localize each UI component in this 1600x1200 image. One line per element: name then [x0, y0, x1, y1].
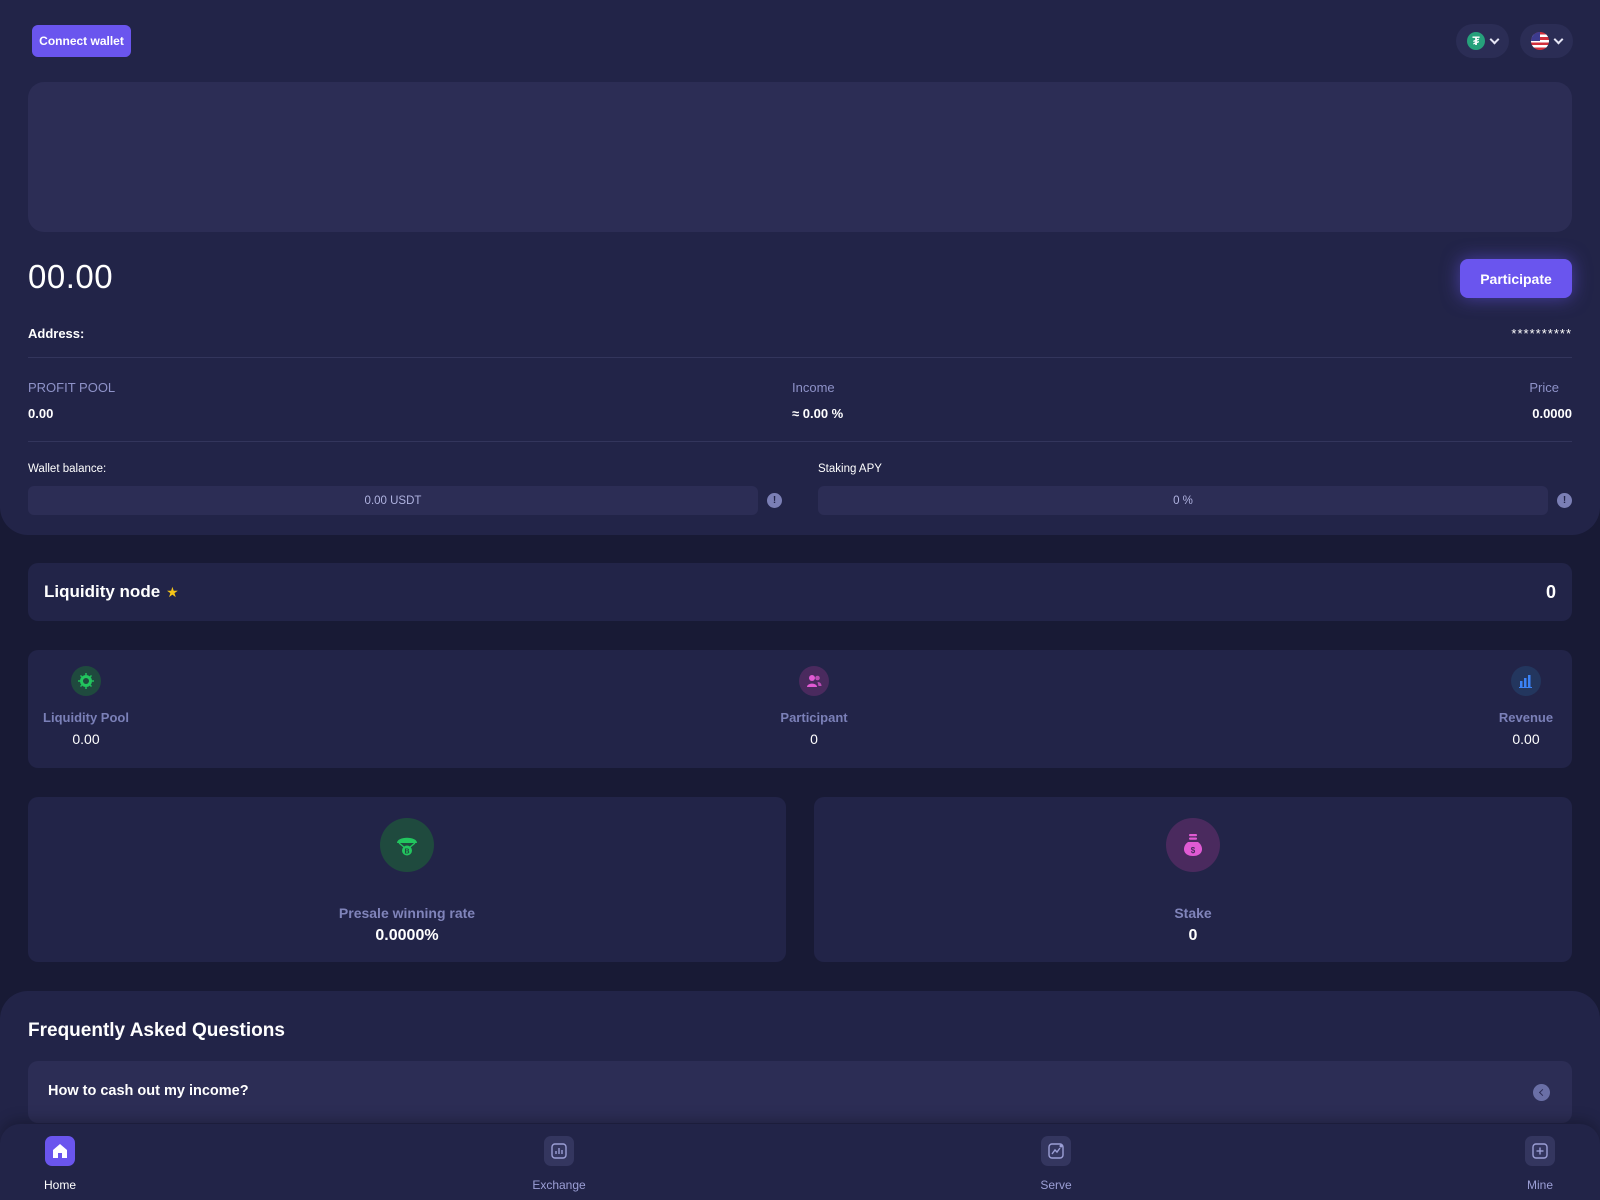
home-icon [45, 1136, 75, 1166]
participate-button[interactable]: Participate [1460, 259, 1572, 298]
income-value: ≈ 0.00 % [792, 406, 844, 421]
users-icon [799, 666, 829, 696]
participant-value: 0 [810, 731, 818, 747]
airdrop-icon: B [380, 818, 434, 872]
money-bag-icon: $ [1166, 818, 1220, 872]
faq-question: How to cash out my income? [48, 1083, 249, 1099]
nav-exchange-label: Exchange [532, 1178, 586, 1192]
presale-label: Presale winning rate [338, 905, 476, 921]
nav-home-label: Home [43, 1178, 76, 1192]
revenue-value: 0.00 [1512, 731, 1540, 747]
stake-value: 0 [1188, 927, 1198, 944]
staking-apy-field: 0 % [818, 486, 1548, 515]
staking-apy-label: Staking APY [818, 463, 882, 475]
chevron-down-icon [1553, 34, 1564, 44]
bottom-nav: Home Exchange Serve Mine [0, 1124, 1600, 1200]
divider [28, 441, 1572, 442]
stake-card[interactable]: $ Stake 0 [814, 797, 1572, 962]
language-selector[interactable] [1520, 24, 1573, 58]
address-label: Address: [28, 326, 85, 341]
svg-text:$: $ [1191, 846, 1196, 855]
faq-item[interactable]: How to cash out my income? [28, 1061, 1572, 1123]
tether-icon: ₮ [1467, 32, 1485, 50]
nav-mine-label: Mine [1526, 1178, 1553, 1192]
liquidity-node-title: Liquidity node ★ [44, 582, 179, 602]
info-icon[interactable]: ! [1557, 493, 1572, 508]
presale-value: 0.0000% [375, 927, 439, 944]
banner [28, 82, 1572, 232]
liquidity-node-value: 0 [1545, 582, 1556, 602]
pool-stats-card: Liquidity Pool 0.00 Participant 0 Revenu… [28, 650, 1572, 768]
wallet-balance-field: 0.00 USDT [28, 486, 758, 515]
star-icon: ★ [166, 583, 179, 600]
presale-card[interactable]: B Presale winning rate 0.0000% [28, 797, 786, 962]
participant-label: Participant [780, 710, 848, 725]
info-icon[interactable]: ! [767, 493, 782, 508]
nav-exchange[interactable]: Exchange [519, 1136, 599, 1192]
nav-serve-label: Serve [1040, 1178, 1072, 1192]
revenue-label: Revenue [1498, 710, 1554, 725]
exchange-icon [544, 1136, 574, 1166]
liquidity-node-label: Liquidity node [44, 582, 161, 601]
income-label: Income [792, 380, 835, 395]
bar-chart-icon [1511, 666, 1541, 696]
us-flag-icon [1531, 32, 1549, 50]
mine-icon [1525, 1136, 1555, 1166]
chip-icon [71, 666, 101, 696]
address-value: ********** [1511, 326, 1572, 341]
liquidity-node-card: Liquidity node ★ 0 [28, 563, 1572, 621]
chevron-left-icon[interactable] [1533, 1084, 1550, 1101]
price-label: Price [1529, 380, 1559, 395]
price-value: 0.0000 [1532, 406, 1572, 421]
liquidity-pool-stat: Liquidity Pool 0.00 [26, 666, 146, 747]
faq-title: Frequently Asked Questions [28, 1020, 285, 1041]
chevron-down-icon [1489, 34, 1500, 44]
profit-pool-value: 0.00 [28, 406, 54, 421]
connect-wallet-button[interactable]: Connect wallet [32, 25, 131, 57]
participant-stat: Participant 0 [754, 666, 874, 747]
nav-mine[interactable]: Mine [1500, 1136, 1580, 1192]
nav-serve[interactable]: Serve [1016, 1136, 1096, 1192]
nav-home[interactable]: Home [20, 1136, 100, 1192]
serve-icon [1041, 1136, 1071, 1166]
token-selector[interactable]: ₮ [1456, 24, 1509, 58]
liquidity-pool-value: 0.00 [72, 731, 100, 747]
wallet-balance-label: Wallet balance: [28, 463, 107, 475]
liquidity-pool-label: Liquidity Pool [43, 710, 129, 725]
summary-card: Connect wallet ₮ 00.00 Participate Addre… [0, 0, 1600, 535]
total-amount: 00.00 [28, 258, 114, 295]
divider [28, 357, 1572, 358]
svg-text:B: B [404, 849, 409, 856]
stake-label: Stake [1174, 905, 1212, 921]
profit-pool-label: PROFIT POOL [28, 380, 116, 395]
revenue-stat: Revenue 0.00 [1466, 666, 1586, 747]
